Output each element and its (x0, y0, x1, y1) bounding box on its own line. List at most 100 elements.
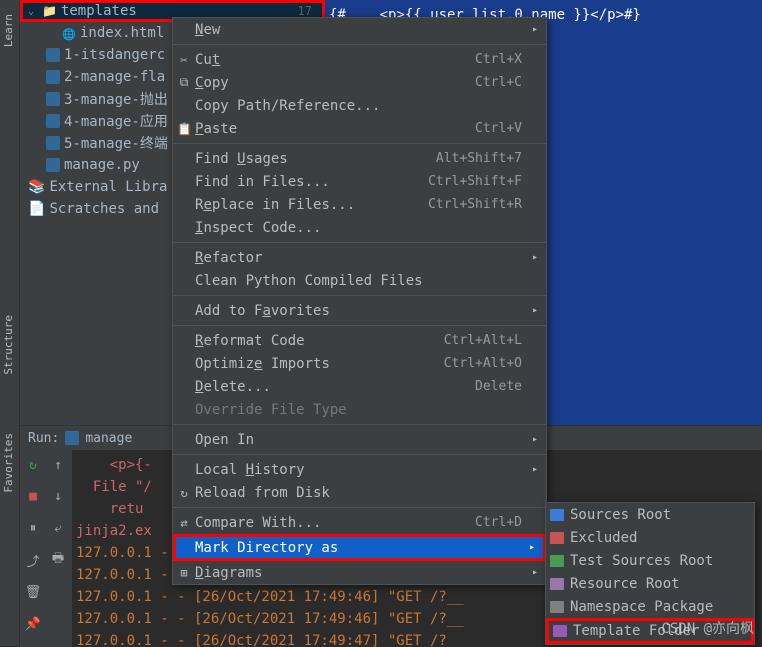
folder-color-icon (550, 532, 564, 544)
chevron-right-icon: ▸ (532, 567, 538, 578)
folder-color-icon (550, 555, 564, 567)
menu-item-copy-path-reference-[interactable]: Copy Path/Reference... (173, 94, 546, 117)
python-icon (65, 431, 79, 445)
learn-tool-label[interactable]: Learn (0, 10, 17, 51)
menu-item-new[interactable]: New ▸ (173, 18, 546, 41)
menu-item-inspect-code-[interactable]: Inspect Code... (173, 216, 546, 239)
menu-item-reload-from-disk[interactable]: ↻ Reload from Disk (173, 481, 546, 504)
menu-item-replace-in-files-[interactable]: Replace in Files...Ctrl+Shift+R (173, 193, 546, 216)
line-number: 17 (298, 4, 320, 18)
submenu-item-test-sources-root[interactable]: Test Sources Root (546, 549, 754, 572)
menu-item-add-to-favorites[interactable]: Add to Favorites ▸ (173, 299, 546, 322)
python-icon (46, 92, 60, 106)
run-config-name[interactable]: manage (85, 431, 132, 446)
python-icon (46, 158, 60, 172)
up-icon[interactable]: ↑ (47, 454, 69, 476)
chevron-right-icon: ▸ (532, 434, 538, 445)
chevron-right-icon: ▸ (532, 24, 538, 35)
shortcut: Ctrl+V (475, 121, 522, 136)
menu-item-clean-python-compiled-files[interactable]: Clean Python Compiled Files (173, 269, 546, 292)
menu-item-mark-directory-as[interactable]: Mark Directory as▸ (173, 534, 546, 561)
run-toolbar: ↻ ↑ ■ ↓ ⏸ ⤶ ⤴ 🖶 🗑 📌 (20, 450, 72, 647)
menu-item-cut[interactable]: ✂ Cut Ctrl+X (173, 48, 546, 71)
menu-label: Mark Directory as (195, 540, 338, 556)
menu-item-find-usages[interactable]: Find UsagesAlt+Shift+7 (173, 147, 546, 170)
down-icon[interactable]: ↓ (47, 486, 69, 508)
python-icon (46, 136, 60, 150)
menu-label: Copy Path/Reference... (195, 98, 380, 114)
wrap-icon[interactable]: ⤶ (47, 518, 69, 540)
submenu-item-resource-root[interactable]: Resource Root (546, 572, 754, 595)
chevron-down-icon[interactable]: ⌄ (28, 6, 38, 17)
tree-label: 1-itsdangerc (64, 47, 165, 63)
rerun-icon[interactable]: ↻ (22, 454, 44, 476)
shortcut: Alt+Shift+7 (436, 151, 522, 166)
submenu-label: Resource Root (570, 576, 680, 592)
python-icon (46, 114, 60, 128)
submenu-label: Excluded (570, 530, 637, 546)
pin-icon[interactable]: 📌 (22, 613, 44, 635)
shortcut: Ctrl+Alt+O (444, 356, 522, 371)
menu-label: Reformat Code (195, 333, 305, 349)
menu-label: Local History (195, 462, 305, 478)
context-menu: New ▸ ✂ Cut Ctrl+X ⧉CopyCtrl+C Copy Path/Refer… (172, 17, 547, 585)
menu-item-override-file-type[interactable]: Override File Type (173, 398, 546, 421)
menu-label: Diagrams (195, 565, 262, 581)
shortcut: Ctrl+Shift+R (428, 197, 522, 212)
menu-label: Paste (195, 121, 237, 137)
menu-label: New (195, 22, 220, 38)
submenu-label: Test Sources Root (570, 553, 713, 569)
folder-icon (42, 3, 57, 19)
menu-label: Inspect Code... (195, 220, 321, 236)
structure-tool-label[interactable]: Structure (0, 311, 17, 379)
menu-label: Find in Files... (195, 174, 330, 190)
menu-item-refactor[interactable]: Refactor▸ (173, 246, 546, 269)
menu-item-paste[interactable]: 📋PasteCtrl+V (173, 117, 546, 140)
folder-color-icon (550, 509, 564, 521)
menu-label: Override File Type (195, 402, 347, 418)
tree-label: 4-manage-应用 (64, 111, 168, 131)
menu-label: Compare With... (195, 515, 321, 531)
menu-item-find-in-files-[interactable]: Find in Files...Ctrl+Shift+F (173, 170, 546, 193)
menu-item-local-history[interactable]: Local History ▸ (173, 458, 546, 481)
menu-label: Reload from Disk (195, 485, 330, 501)
menu-item-delete-[interactable]: Delete...Delete (173, 375, 546, 398)
menu-item-compare-with-[interactable]: ⇄Compare With...Ctrl+D (173, 511, 546, 534)
tree-label: Scratches and (49, 201, 159, 217)
tool-window-bar: Learn Structure Favorites (0, 0, 20, 646)
stop-icon[interactable]: ■ (22, 486, 44, 508)
menu-icon: ⇄ (177, 516, 191, 530)
tree-label: 2-manage-fla (64, 69, 165, 85)
tree-label: templates (61, 3, 137, 19)
menu-label: Add to Favorites (195, 303, 330, 319)
submenu-item-excluded[interactable]: Excluded (546, 526, 754, 549)
exit-icon[interactable]: ⤴ (22, 549, 44, 571)
menu-label: Cut (195, 52, 220, 68)
menu-item-reformat-code[interactable]: Reformat CodeCtrl+Alt+L (173, 329, 546, 352)
menu-label: Delete... (195, 379, 271, 395)
favorites-tool-label[interactable]: Favorites (0, 429, 17, 497)
menu-label: Refactor (195, 250, 262, 266)
folder-color-icon (553, 625, 567, 637)
menu-item-open-in[interactable]: Open In▸ (173, 428, 546, 451)
scratch-icon: 📄 (28, 201, 45, 217)
menu-icon: ↻ (177, 486, 191, 500)
menu-item-copy[interactable]: ⧉CopyCtrl+C (173, 71, 546, 94)
shortcut: Ctrl+C (475, 75, 522, 90)
chevron-right-icon: ▸ (532, 464, 538, 475)
library-icon: 📚 (28, 179, 45, 195)
menu-item-optimize-imports[interactable]: Optimize Imports Ctrl+Alt+O (173, 352, 546, 375)
shortcut: Ctrl+X (475, 52, 522, 67)
menu-item-diagrams[interactable]: ⊞Diagrams▸ (173, 561, 546, 584)
menu-label: Optimize Imports (195, 356, 330, 372)
delete-icon[interactable]: 🗑 (22, 581, 44, 603)
print-icon[interactable]: 🖶 (47, 549, 69, 571)
tree-label: index.html (80, 25, 164, 41)
chevron-right-icon: ▸ (532, 305, 538, 316)
menu-label: Clean Python Compiled Files (195, 273, 423, 289)
pause-icon[interactable]: ⏸ (22, 518, 44, 540)
menu-icon: ✂ (177, 53, 191, 67)
submenu-item-namespace-package[interactable]: Namespace Package (546, 595, 754, 618)
submenu-item-sources-root[interactable]: Sources Root (546, 503, 754, 526)
tree-label: External Libra (49, 179, 167, 195)
